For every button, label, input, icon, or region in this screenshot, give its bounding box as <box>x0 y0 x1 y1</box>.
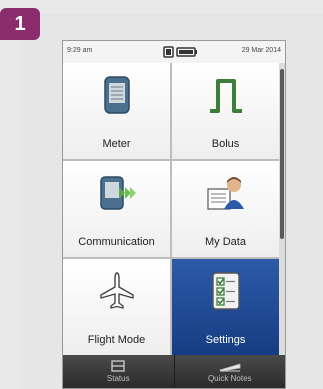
device-screen: 9:29 am 29 Mar 2014 Meter Bolus Communic… <box>62 40 286 389</box>
menu-tile-bolus[interactable]: Bolus <box>172 63 279 159</box>
menu-tile-label: Bolus <box>211 138 240 150</box>
menu-tile-meter[interactable]: Meter <box>63 63 170 159</box>
quick-notes-button[interactable]: Quick Notes <box>173 355 286 388</box>
quick-notes-button-label: Quick Notes <box>207 374 252 383</box>
meter-icon <box>103 76 130 114</box>
connection-battery-icon <box>163 46 197 58</box>
status-time: 9:29 am <box>67 47 93 54</box>
bottom-bar: Status Quick Notes <box>63 355 285 388</box>
status-button-label: Status <box>106 374 130 383</box>
scrollbar-thumb[interactable] <box>280 69 284 239</box>
menu-tile-label: Meter <box>102 138 131 150</box>
menu-scrollbar[interactable] <box>279 63 285 355</box>
status-date: 29 Mar 2014 <box>241 47 281 54</box>
menu-tile-my-data[interactable]: My Data <box>172 161 279 257</box>
bolus-icon <box>209 79 242 113</box>
status-icon <box>111 360 125 372</box>
menu-tile-communication[interactable]: Communication <box>63 161 170 257</box>
step-number-badge: 1 <box>0 8 40 40</box>
menu-tile-settings[interactable]: Settings <box>172 259 279 355</box>
menu-tile-label: Communication <box>78 236 155 248</box>
status-button[interactable]: Status <box>63 355 174 388</box>
communication-icon <box>99 176 136 210</box>
menu-tile-flight-mode[interactable]: Flight Mode <box>63 259 170 355</box>
menu-tile-label: Settings <box>205 334 246 346</box>
menu-tile-label: Flight Mode <box>87 334 146 346</box>
settings-checklist-icon <box>211 272 240 310</box>
main-menu-grid: Meter Bolus Communication My Data Flight… <box>63 63 279 355</box>
airplane-icon <box>99 272 134 309</box>
menu-tile-label: My Data <box>205 236 246 248</box>
my-data-icon <box>206 177 244 210</box>
quick-notes-icon <box>218 363 241 372</box>
status-bar: 9:29 am 29 Mar 2014 <box>63 41 285 63</box>
